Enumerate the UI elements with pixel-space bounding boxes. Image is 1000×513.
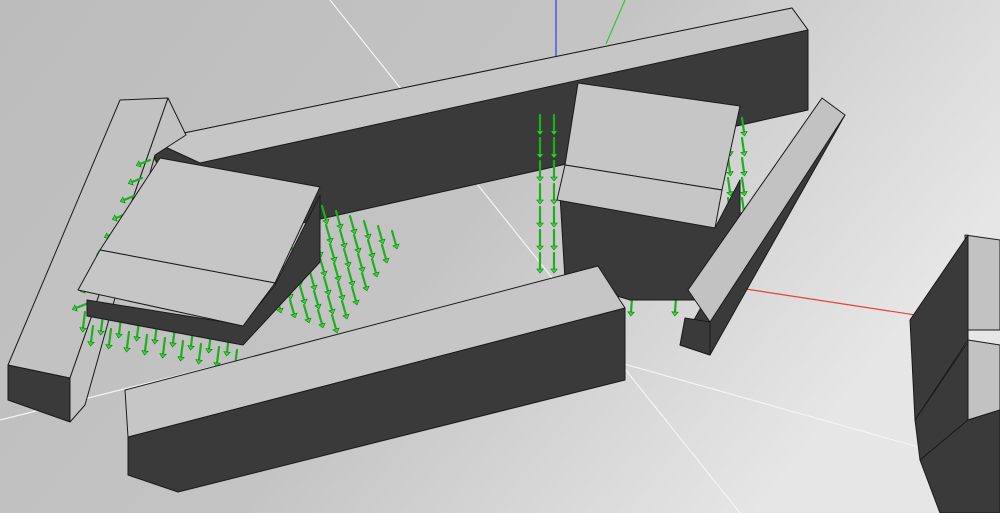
scene-canvas[interactable] xyxy=(0,0,1000,513)
3d-viewport[interactable] xyxy=(0,0,1000,513)
